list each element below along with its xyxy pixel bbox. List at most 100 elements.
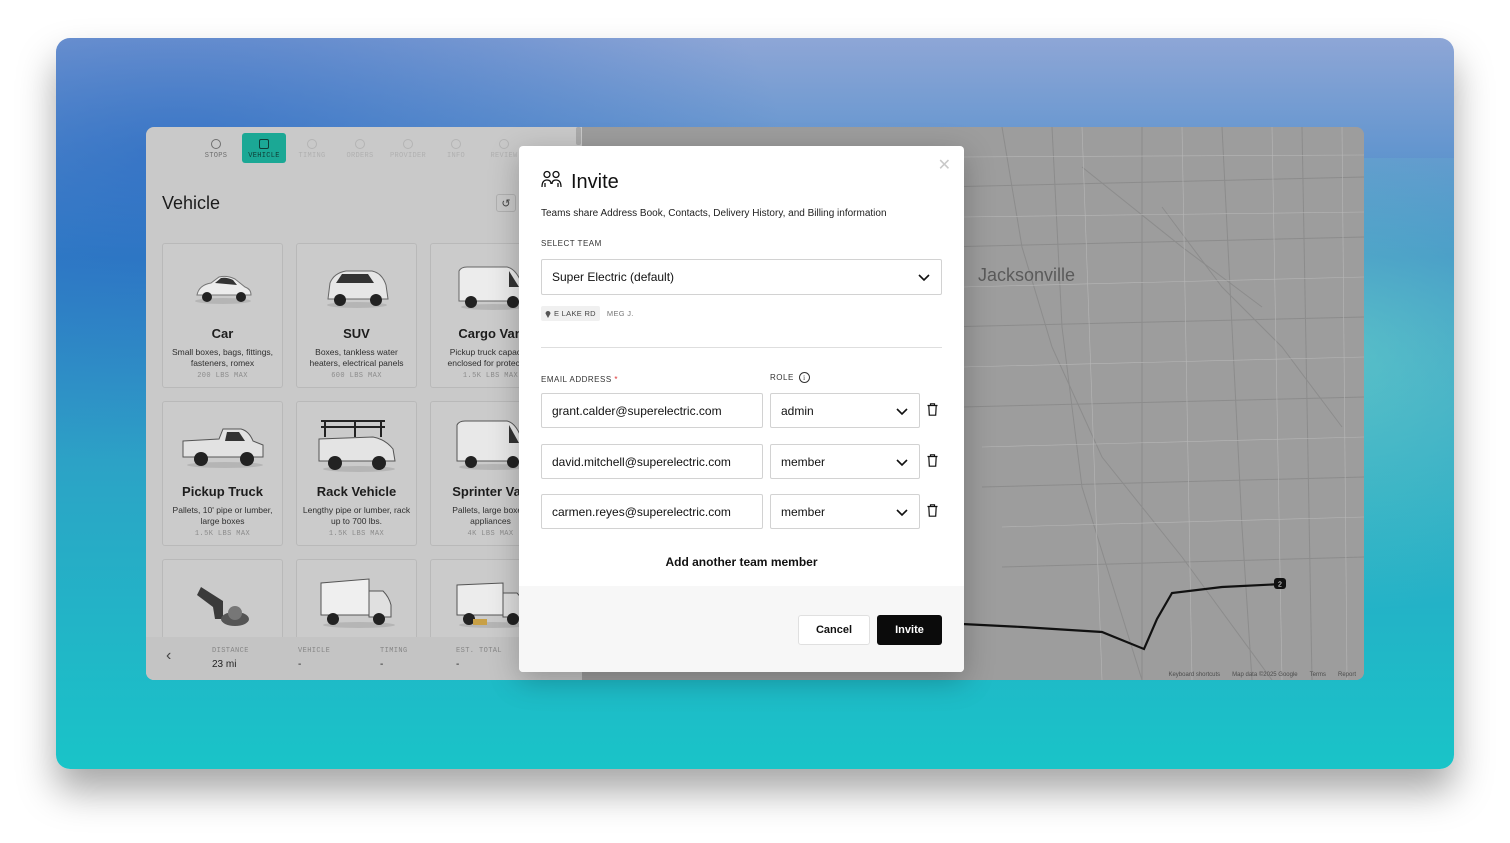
vehicle-card-rack-vehicle[interactable]: Rack Vehicle Lengthy pipe or lumber, rac… xyxy=(296,401,417,546)
address-tag: E LAKE RD xyxy=(541,306,600,321)
vehicle-capacity: 200 LBS MAX xyxy=(197,372,248,380)
list-icon xyxy=(355,139,365,149)
role-select[interactable]: member xyxy=(770,494,920,529)
member-row: member xyxy=(541,444,942,480)
email-address-label: EMAIL ADDRESS * xyxy=(541,375,618,384)
info-icon[interactable]: i xyxy=(798,372,810,383)
report-link[interactable]: Report xyxy=(1338,672,1356,678)
team-icon xyxy=(541,170,562,194)
bottom-summary-bar: ‹ DISTANCE 23 mi VEHICLE - TIMING - EST.… xyxy=(146,637,582,680)
step-label: VEHICLE xyxy=(248,152,280,160)
add-member-button[interactable]: Add another team member xyxy=(519,555,964,569)
chevron-down-icon xyxy=(895,505,909,522)
doc-icon xyxy=(499,139,509,149)
vehicle-card-car[interactable]: Car Small boxes, bags, fittings, fastene… xyxy=(162,243,283,388)
vehicle-capacity: 600 LBS MAX xyxy=(331,372,382,380)
step-provider[interactable]: PROVIDER xyxy=(386,133,430,163)
keyboard-shortcuts-link[interactable]: Keyboard shortcuts xyxy=(1168,672,1220,678)
stat-timing: TIMING - xyxy=(380,647,408,670)
step-info[interactable]: INFO xyxy=(434,133,478,163)
step-timing[interactable]: TIMING xyxy=(290,133,334,163)
role-value: admin xyxy=(781,403,814,418)
box-icon xyxy=(403,139,413,149)
email-field[interactable] xyxy=(541,444,763,479)
chevron-down-icon xyxy=(895,404,909,421)
required-mark: * xyxy=(614,375,619,384)
step-vehicle[interactable]: VEHICLE xyxy=(242,133,286,163)
map-city-label: Jacksonville xyxy=(978,265,1076,285)
step-nav: STOPS VEHICLE TIMING ORDERS PROVIDER INF… xyxy=(194,133,526,163)
stat-distance: DISTANCE 23 mi xyxy=(212,647,249,670)
stat-label: TIMING xyxy=(380,647,408,655)
trash-icon[interactable] xyxy=(927,403,938,421)
role-select[interactable]: admin xyxy=(770,393,920,428)
step-orders[interactable]: ORDERS xyxy=(338,133,382,163)
vehicle-desc: Boxes, tankless water heaters, electrica… xyxy=(309,347,404,368)
reset-button[interactable]: ↺ xyxy=(496,194,516,212)
stat-label: EST. TOTAL xyxy=(456,647,503,655)
vehicle-capacity: 1.5K LBS MAX xyxy=(194,530,251,538)
car-icon xyxy=(259,139,269,149)
vehicle-name: Pickup Truck xyxy=(182,484,263,499)
modal-subtitle: Teams share Address Book, Contacts, Deli… xyxy=(541,208,887,219)
vehicle-name: Car xyxy=(211,326,234,341)
email-field[interactable] xyxy=(541,494,763,529)
hitch-image xyxy=(163,570,282,636)
vehicle-capacity: 1.5K LBS MAX xyxy=(328,530,385,538)
cancel-button[interactable]: Cancel xyxy=(798,615,870,645)
chevron-down-icon xyxy=(917,270,931,287)
step-label: ORDERS xyxy=(346,152,374,160)
role-label: ROLE i xyxy=(770,372,810,383)
car-image xyxy=(163,254,282,320)
step-label: PROVIDER xyxy=(389,152,426,160)
invite-button[interactable]: Invite xyxy=(877,615,942,645)
team-select-value: Super Electric (default) xyxy=(552,270,675,284)
team-select[interactable]: Super Electric (default) xyxy=(541,259,942,295)
step-label: INFO xyxy=(446,152,465,160)
pin-icon xyxy=(211,139,221,149)
terms-link[interactable]: Terms xyxy=(1310,672,1326,678)
team-tags: E LAKE RD MEG J. xyxy=(541,306,635,321)
suv-image xyxy=(297,254,416,320)
panel-resize-handle[interactable] xyxy=(576,127,581,145)
role-label-text: ROLE xyxy=(770,373,794,382)
vehicle-name: Rack Vehicle xyxy=(316,484,397,499)
role-value: member xyxy=(781,504,826,519)
stat-value: - xyxy=(298,659,302,670)
close-icon[interactable]: ✕ xyxy=(938,155,951,175)
vehicle-desc: Pallets, 10' pipe or lumber, large boxes xyxy=(172,505,273,526)
chevron-left-icon[interactable]: ‹ xyxy=(166,647,171,665)
vehicle-card-suv[interactable]: SUV Boxes, tankless water heaters, elect… xyxy=(296,243,417,388)
info-icon xyxy=(451,139,461,149)
stat-label: VEHICLE xyxy=(298,647,331,655)
refresh-icon: ↺ xyxy=(501,197,511,210)
vehicle-card-pickup-truck[interactable]: Pickup Truck Pallets, 10' pipe or lumber… xyxy=(162,401,283,546)
email-label-text: EMAIL ADDRESS xyxy=(541,375,612,384)
pickup-truck-image xyxy=(163,412,282,478)
marker-label: 2 xyxy=(1278,582,1282,589)
role-select[interactable]: member xyxy=(770,444,920,479)
trash-icon[interactable] xyxy=(927,504,938,522)
divider xyxy=(541,347,942,348)
vehicle-desc: Lengthy pipe or lumber, rack up to 700 l… xyxy=(302,505,411,526)
modal-header: Invite xyxy=(541,170,619,194)
pin-icon xyxy=(545,310,551,318)
vehicle-grid: Car Small boxes, bags, fittings, fastene… xyxy=(162,243,551,680)
trash-icon[interactable] xyxy=(927,454,938,472)
stat-label: DISTANCE xyxy=(212,647,249,655)
clock-icon xyxy=(307,139,317,149)
page-title: Vehicle xyxy=(162,193,221,213)
map-data-text: Map data ©2025 Google xyxy=(1232,672,1298,678)
box-truck-image xyxy=(297,570,416,636)
member-row: admin xyxy=(541,393,942,429)
step-label: STOPS xyxy=(204,152,228,160)
invite-modal: ✕ Invite Teams share Address Book, Conta… xyxy=(519,146,964,672)
vehicle-desc: Small boxes, bags, fittings, fasteners, … xyxy=(171,347,274,368)
left-panel: STOPS VEHICLE TIMING ORDERS PROVIDER INF… xyxy=(146,127,582,680)
stat-value: 23 mi xyxy=(212,659,237,670)
stat-value: - xyxy=(456,659,460,670)
owner-tag: MEG J. xyxy=(606,309,634,318)
stat-vehicle: VEHICLE - xyxy=(298,647,330,670)
email-field[interactable] xyxy=(541,393,763,428)
step-stops[interactable]: STOPS xyxy=(194,133,238,163)
